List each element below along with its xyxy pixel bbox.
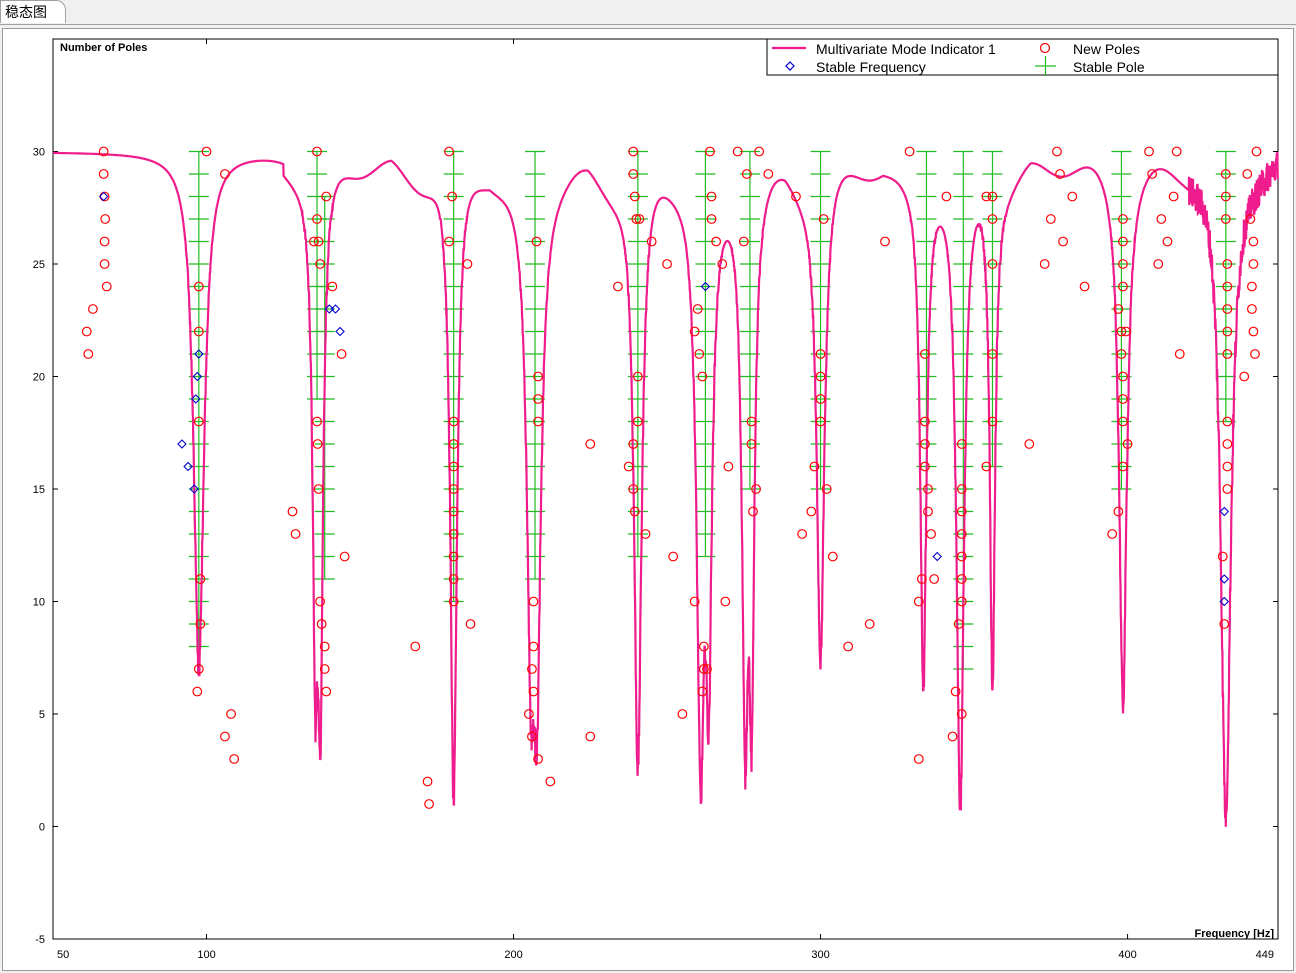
x-tick-label: 100 bbox=[197, 949, 215, 961]
legend-stable-pole-label: Stable Pole bbox=[1073, 59, 1145, 75]
legend-new-poles-label: New Poles bbox=[1073, 41, 1140, 57]
x-tick-label: 400 bbox=[1118, 949, 1136, 961]
x-tick-label: 200 bbox=[504, 949, 522, 961]
y-tick-label: -5 bbox=[35, 934, 45, 946]
legend-mmif-label: Multivariate Mode Indicator 1 bbox=[816, 41, 996, 57]
y-tick-label: 15 bbox=[33, 484, 45, 496]
y-tick-label: 20 bbox=[33, 372, 45, 384]
plot-area bbox=[52, 38, 1279, 940]
y-tick-label: 0 bbox=[39, 822, 45, 834]
x-tick-label: 50 bbox=[57, 949, 69, 961]
x-axis-title: Frequency [Hz] bbox=[1195, 928, 1275, 940]
stability-diagram-chart: 302520151050-5 50 100 200 300 400 449 Number … bbox=[33, 38, 1279, 961]
legend-stable-frequency-label: Stable Frequency bbox=[816, 59, 926, 75]
x-tick-label: 449 bbox=[1256, 949, 1274, 961]
y-tick-label: 10 bbox=[33, 597, 45, 609]
y-tick-label: 30 bbox=[33, 147, 45, 159]
x-tick-label: 300 bbox=[811, 949, 829, 961]
y-tick-label: 25 bbox=[33, 259, 45, 271]
y-axis-title: Number of Poles bbox=[60, 42, 147, 54]
y-tick-label: 5 bbox=[39, 709, 45, 721]
legend: Multivariate Mode Indicator 1 New Poles … bbox=[766, 38, 1279, 76]
